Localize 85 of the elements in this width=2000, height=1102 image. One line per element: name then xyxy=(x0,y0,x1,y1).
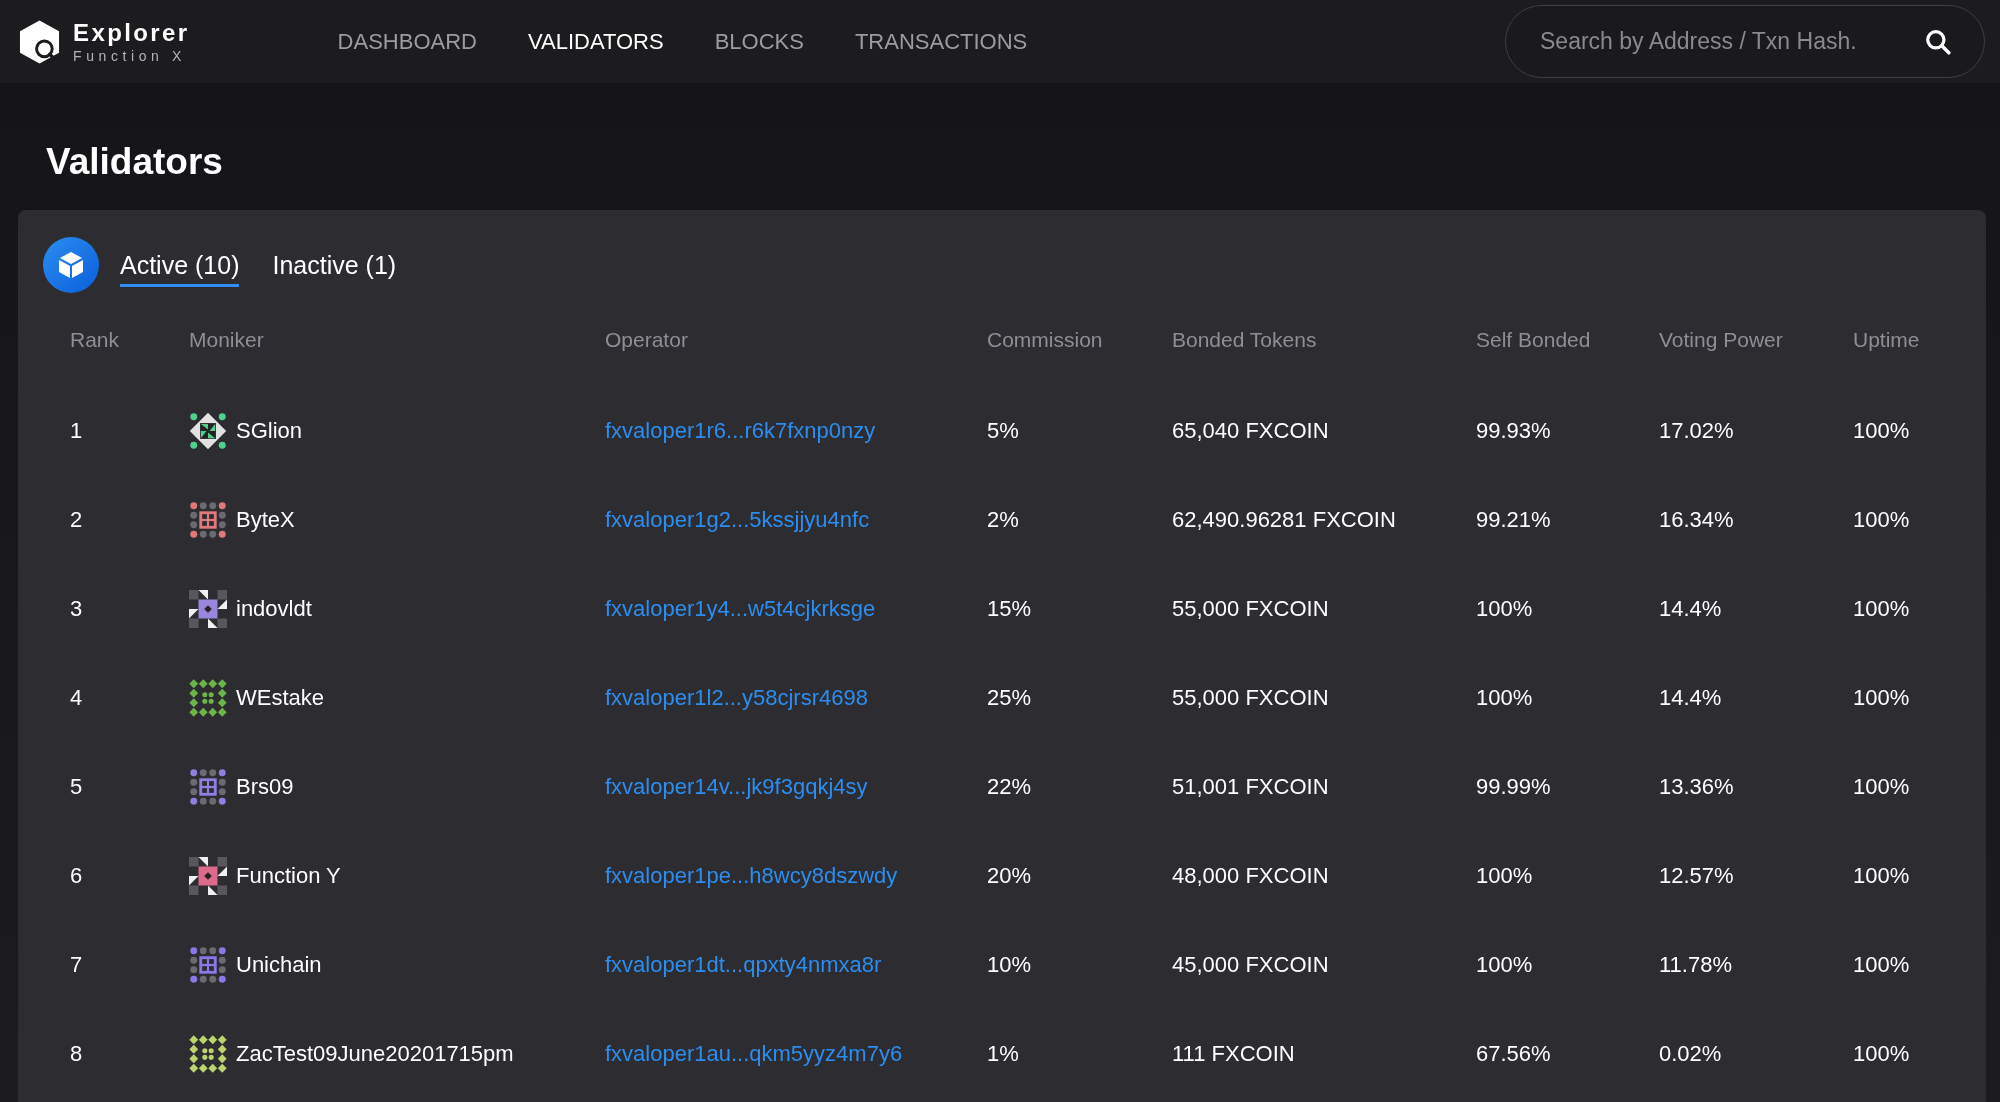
self-bonded-value: 99.93% xyxy=(1476,417,1551,444)
moniker-name: WEstake xyxy=(236,684,325,711)
commission-value: 2% xyxy=(987,506,1019,533)
column-header: Commission xyxy=(987,328,1103,352)
moniker-name: Function Y xyxy=(236,862,341,889)
voting-power-value: 0.02% xyxy=(1659,1040,1722,1067)
column-header: Bonded Tokens xyxy=(1172,328,1317,352)
self-bonded-value: 100% xyxy=(1476,595,1533,622)
nav-link[interactable]: DASHBOARD xyxy=(337,28,477,55)
bonded-tokens-value: 62,490.96281 FXCOIN xyxy=(1172,506,1396,533)
nav-link[interactable]: VALIDATORS xyxy=(527,28,664,55)
voting-power-value: 14.4% xyxy=(1659,684,1722,711)
rank-number: 7 xyxy=(70,951,83,978)
voting-power-value: 13.36% xyxy=(1659,773,1734,800)
nav-link[interactable]: BLOCKS xyxy=(714,28,804,55)
uptime-value: 100% xyxy=(1853,951,1910,978)
page-title: Validators xyxy=(46,140,223,184)
bonded-tokens-value: 48,000 FXCOIN xyxy=(1172,862,1329,889)
rank-number: 8 xyxy=(70,1040,83,1067)
logo-title: Explorer xyxy=(73,19,190,46)
self-bonded-value: 100% xyxy=(1476,684,1533,711)
operator-link[interactable]: fxvaloper1y4...w5t4cjkrksge xyxy=(605,595,876,622)
bonded-tokens-value: 51,001 FXCOIN xyxy=(1172,773,1329,800)
uptime-value: 100% xyxy=(1853,684,1910,711)
voting-power-value: 14.4% xyxy=(1659,595,1722,622)
uptime-value: 100% xyxy=(1853,773,1910,800)
commission-value: 25% xyxy=(987,684,1032,711)
voting-power-value: 11.78% xyxy=(1659,951,1732,978)
search-icon[interactable] xyxy=(1925,29,1951,55)
moniker-name: indovldt xyxy=(236,595,312,622)
commission-value: 15% xyxy=(987,595,1032,622)
moniker-name: ByteX xyxy=(236,506,295,533)
nav-link[interactable]: TRANSACTIONS xyxy=(854,28,1028,55)
uptime-value: 100% xyxy=(1853,862,1910,889)
commission-value: 10% xyxy=(987,951,1032,978)
operator-link[interactable]: fxvaloper1dt...qpxty4nmxa8r xyxy=(605,951,882,978)
search-field[interactable]: Search by Address / Txn Hash. xyxy=(1505,5,1985,78)
rank-number: 6 xyxy=(70,862,83,889)
column-header: Moniker xyxy=(189,328,264,352)
self-bonded-value: 100% xyxy=(1476,951,1533,978)
commission-value: 1% xyxy=(987,1040,1019,1067)
uptime-value: 100% xyxy=(1853,506,1910,533)
rank-number: 5 xyxy=(70,773,83,800)
operator-link[interactable]: fxvaloper1pe...h8wcy8dszwdy xyxy=(605,862,898,889)
commission-value: 22% xyxy=(987,773,1032,800)
rank-number: 3 xyxy=(70,595,83,622)
bonded-tokens-value: 65,040 FXCOIN xyxy=(1172,417,1329,444)
uptime-value: 100% xyxy=(1853,417,1910,444)
column-header: Rank xyxy=(70,328,120,352)
cube-icon xyxy=(43,237,99,293)
operator-link[interactable]: fxvaloper1g2...5kssjjyu4nfc xyxy=(605,506,870,533)
moniker-name: Unichain xyxy=(236,951,322,978)
bonded-tokens-value: 55,000 FXCOIN xyxy=(1172,595,1329,622)
bonded-tokens-value: 55,000 FXCOIN xyxy=(1172,684,1329,711)
column-header: Uptime xyxy=(1853,328,1920,352)
moniker-name: Brs09 xyxy=(236,773,294,800)
self-bonded-value: 99.21% xyxy=(1476,506,1551,533)
tab[interactable]: Inactive (1) xyxy=(272,243,397,287)
operator-link[interactable]: fxvaloper14v...jk9f3gqkj4sy xyxy=(605,773,868,800)
moniker-name: SGlion xyxy=(236,417,303,444)
uptime-value: 100% xyxy=(1853,1040,1910,1067)
column-header: Self Bonded xyxy=(1476,328,1591,352)
column-header: Operator xyxy=(605,328,688,352)
moniker-name: ZacTest09June20201715pm xyxy=(236,1040,514,1067)
tab[interactable]: Active (10) xyxy=(120,243,240,287)
bonded-tokens-value: 111 FXCOIN xyxy=(1172,1040,1295,1067)
hexagon-magnifier-icon xyxy=(18,18,61,65)
voting-power-value: 12.57% xyxy=(1659,862,1734,889)
logo-subtitle: Function X xyxy=(73,47,186,64)
rank-number: 1 xyxy=(70,417,83,444)
rank-number: 2 xyxy=(70,506,83,533)
voting-power-value: 17.02% xyxy=(1659,417,1734,444)
self-bonded-value: 67.56% xyxy=(1476,1040,1551,1067)
rank-number: 4 xyxy=(70,684,83,711)
self-bonded-value: 100% xyxy=(1476,862,1533,889)
bonded-tokens-value: 45,000 FXCOIN xyxy=(1172,951,1329,978)
operator-link[interactable]: fxvaloper1r6...r6k7fxnp0nzy xyxy=(605,417,876,444)
voting-power-value: 16.34% xyxy=(1659,506,1734,533)
self-bonded-value: 99.99% xyxy=(1476,773,1551,800)
operator-link[interactable]: fxvaloper1au...qkm5yyz4m7y6 xyxy=(605,1040,903,1067)
operator-link[interactable]: fxvaloper1l2...y58cjrsr4698 xyxy=(605,684,868,711)
column-header: Voting Power xyxy=(1659,328,1783,352)
commission-value: 5% xyxy=(987,417,1019,444)
uptime-value: 100% xyxy=(1853,595,1910,622)
commission-value: 20% xyxy=(987,862,1032,889)
